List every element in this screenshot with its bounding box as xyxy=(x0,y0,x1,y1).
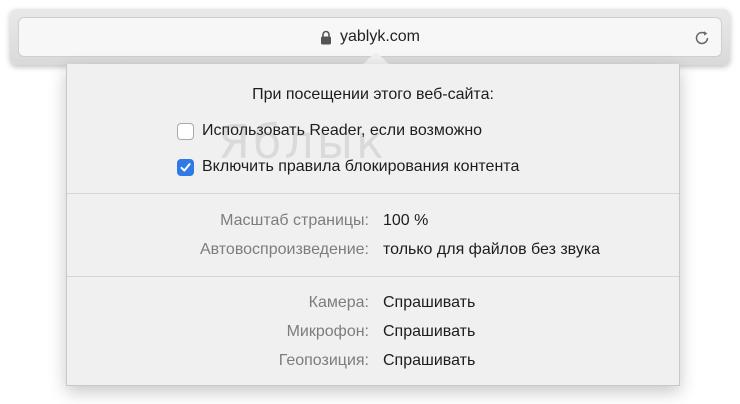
location-row[interactable]: Геопозиция: Спрашивать xyxy=(67,352,679,374)
content-blockers-checkbox[interactable] xyxy=(177,158,194,176)
camera-row[interactable]: Камера: Спрашивать xyxy=(67,294,679,316)
popover-title: При посещении этого веб-сайта: xyxy=(252,86,494,103)
content-blockers-label: Включить правила блокирования контента xyxy=(202,158,520,175)
reload-icon[interactable] xyxy=(693,29,711,47)
popover-arrow xyxy=(363,52,389,64)
divider xyxy=(67,276,679,277)
microphone-row[interactable]: Микрофон: Спрашивать xyxy=(67,323,679,345)
divider xyxy=(67,193,679,194)
reader-checkbox[interactable] xyxy=(177,122,194,140)
page-zoom-row[interactable]: Масштаб страницы: 100 % xyxy=(67,212,679,234)
lock-icon xyxy=(320,30,331,44)
microphone-label: Микрофон: xyxy=(286,323,369,340)
reader-option-label: Использовать Reader, если возможно xyxy=(202,122,483,139)
reader-option[interactable]: Использовать Reader, если возможно xyxy=(177,122,482,140)
camera-label: Камера: xyxy=(308,294,369,311)
microphone-value[interactable]: Спрашивать xyxy=(383,323,475,341)
page-zoom-label: Масштаб страницы: xyxy=(220,212,369,229)
url-text: yablyk.com xyxy=(339,28,421,45)
page-zoom-value[interactable]: 100 % xyxy=(383,212,428,230)
content-blockers-option[interactable]: Включить правила блокирования контента xyxy=(177,158,519,176)
location-value[interactable]: Спрашивать xyxy=(383,352,475,370)
autoplay-label: Автовоспроизведение: xyxy=(199,241,369,258)
website-settings-popover: При посещении этого веб-сайта: Использов… xyxy=(66,64,680,386)
address-display[interactable]: yablyk.com xyxy=(19,18,721,56)
location-label: Геопозиция: xyxy=(278,352,369,369)
autoplay-row[interactable]: Автовоспроизведение: только для файлов б… xyxy=(67,241,679,263)
address-field[interactable]: yablyk.com xyxy=(18,17,722,57)
camera-value[interactable]: Спрашивать xyxy=(383,294,475,312)
checkmark-icon xyxy=(180,162,191,172)
autoplay-value[interactable]: только для файлов без звука xyxy=(383,241,600,259)
